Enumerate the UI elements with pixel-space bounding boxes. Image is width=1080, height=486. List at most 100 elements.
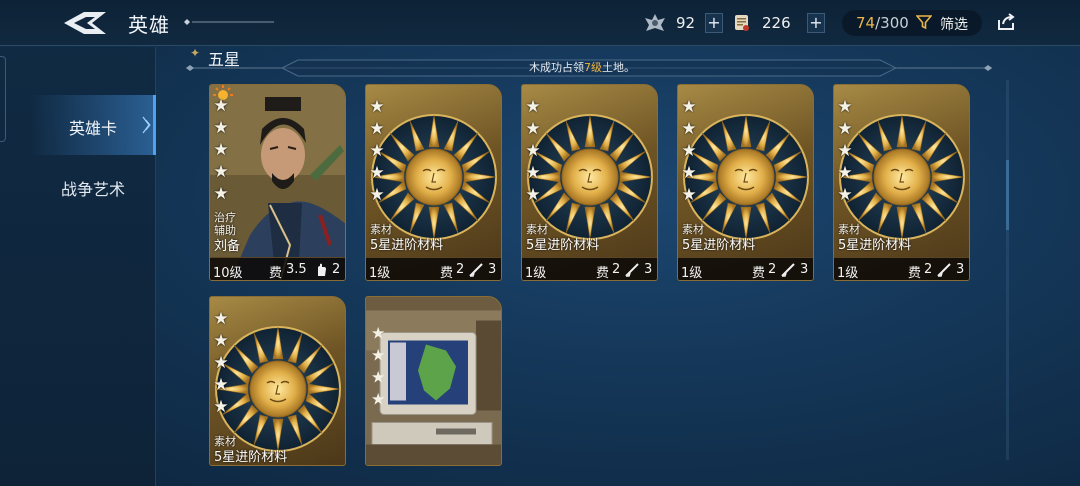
musket-icon <box>937 263 951 277</box>
card-name: 5星进阶材料 <box>370 238 444 253</box>
hero-count-current: 74 <box>856 14 876 32</box>
page-title: 英雄 <box>128 13 170 37</box>
filter-button[interactable]: 74/300 筛选 <box>842 10 982 36</box>
filter-label: 筛选 <box>940 17 968 33</box>
star-icon: ★ <box>837 141 853 161</box>
star-icon: ★ <box>369 97 385 117</box>
hero-emblem-resource: 92 <box>644 12 695 34</box>
hero-emblem-icon <box>645 14 665 31</box>
card-name: 5星进阶材料 <box>682 238 756 253</box>
back-arrow-icon[interactable] <box>62 9 108 37</box>
notice-suffix: 土地。 <box>602 61 635 74</box>
material-card[interactable]: ★ ★ ★ ★ ★ 素材 5星进阶材料 1级 费 2 3 <box>833 84 970 281</box>
tab-art-of-war-label: 战争艺术 <box>60 180 125 199</box>
star-icon: ★ <box>525 141 541 161</box>
cost-value: 2 <box>768 262 777 277</box>
troop-value: 3 <box>800 262 809 277</box>
cost-label: 费 <box>440 266 454 281</box>
title-ornament <box>184 19 274 25</box>
star-rating: ★ ★ ★ ★ ★ <box>524 98 544 208</box>
material-card[interactable]: ★ ★ ★ ★ ★ 素材 5星进阶材料 1级 费 2 3 <box>365 84 502 281</box>
star-icon: ★ <box>525 119 541 139</box>
card-level: 1级 <box>369 266 391 281</box>
card-stats-bar: 1级 费 2 3 <box>834 257 969 281</box>
musket-icon <box>781 263 795 277</box>
card-level: 1级 <box>837 266 859 281</box>
star-icon: ★ <box>213 118 229 138</box>
material-card[interactable]: ★ ★ ★ ★ ★ 素材 5星进阶材料 1级 费 2 3 <box>677 84 814 281</box>
musket-icon <box>625 263 639 277</box>
star-icon: ★ <box>681 141 697 161</box>
cost-label: 费 <box>752 266 766 281</box>
star-icon: ★ <box>213 331 229 351</box>
star-icon: ★ <box>213 309 229 329</box>
star-rating: ★ ★ ★ ★ ★ <box>680 98 700 208</box>
card-level: 1级 <box>525 266 547 281</box>
star-icon: ★ <box>213 162 229 182</box>
card-stats-bar: 1级 费 2 3 <box>522 257 657 281</box>
star-icon: ★ <box>369 141 385 161</box>
card-level: 10级 <box>213 266 243 281</box>
troop-value: 3 <box>956 262 965 277</box>
scrollbar-thumb[interactable] <box>1006 160 1009 230</box>
card-level: 1级 <box>681 266 703 281</box>
card-stats-bar: 1级 费 2 3 <box>366 257 501 281</box>
troop-value: 3 <box>644 262 653 277</box>
star-icon: ★ <box>681 163 697 183</box>
material-card[interactable]: ★ ★ ★ ★ ★ 素材 5星进阶材料 <box>209 296 346 466</box>
scroll-icon <box>735 15 749 31</box>
cost-label: 费 <box>908 266 922 281</box>
star-rating: ★ ★ ★ ★ ★ <box>368 98 388 208</box>
scrollbar-track[interactable] <box>1006 80 1009 460</box>
star-icon: ★ <box>213 140 229 160</box>
share-icon[interactable] <box>996 12 1016 32</box>
hero-name: 刘备 <box>214 239 241 254</box>
tab-hero-cards-label: 英雄卡 <box>68 119 117 138</box>
svg-text:★: ★ <box>371 324 385 343</box>
musket-icon <box>469 263 483 277</box>
troop-value: 3 <box>488 262 497 277</box>
star-icon: ★ <box>837 185 853 205</box>
add-scroll-button[interactable]: + <box>807 13 825 33</box>
panel-edge-handle[interactable] <box>0 56 6 142</box>
star-icon: ★ <box>681 185 697 205</box>
cost-value: 2 <box>612 262 621 277</box>
card-stats-bar: 10级 费 3.5 2 <box>210 257 345 281</box>
troop-hand-icon <box>318 263 326 276</box>
card-name: 5星进阶材料 <box>526 238 600 253</box>
hero-emblem-value: 92 <box>676 14 696 32</box>
card-name: 5星进阶材料 <box>838 238 912 253</box>
scroll-resource: 226 <box>732 12 791 34</box>
star-rating: ★ ★ ★ ★ ★ <box>212 97 232 207</box>
star-icon: ★ <box>525 97 541 117</box>
add-hero-emblem-button[interactable]: + <box>705 13 723 33</box>
star-icon: ★ <box>681 97 697 117</box>
troop-value: 2 <box>332 262 341 277</box>
tab-ornament-icon <box>142 116 151 134</box>
star-rating: ★ ★ ★ ★ ★ <box>836 98 856 208</box>
star-icon: ★ <box>369 119 385 139</box>
svg-text:★: ★ <box>371 390 385 409</box>
star-rating: ★ ★ ★ ★ ★ <box>212 310 232 420</box>
star-icon: ★ <box>369 185 385 205</box>
star-icon: ★ <box>213 375 229 395</box>
star-icon: ★ <box>213 353 229 373</box>
tab-hero-cards[interactable]: 英雄卡 <box>30 95 156 155</box>
cost-value: 2 <box>456 262 465 277</box>
star-icon: ★ <box>369 163 385 183</box>
star-icon: ★ <box>681 119 697 139</box>
hero-count-total: /300 <box>875 14 909 32</box>
card-name: 5星进阶材料 <box>214 450 288 465</box>
tab-art-of-war[interactable]: 战争艺术 <box>30 157 156 217</box>
svg-text:★: ★ <box>371 368 385 387</box>
cost-value: 2 <box>924 262 933 277</box>
star-icon: ★ <box>525 185 541 205</box>
star-icon: ★ <box>837 163 853 183</box>
hero-count: 74/300 <box>856 14 909 32</box>
star-icon: ★ <box>525 163 541 183</box>
filter-funnel-icon <box>916 15 932 30</box>
material-card[interactable]: ★ ★ ★ ★ ★ 素材 5星进阶材料 1级 费 2 3 <box>521 84 658 281</box>
hero-card-liubei[interactable]: ★ ★ ★ ★ ★ 治疗 辅助 刘备 10级 费 3.5 2 <box>209 84 346 281</box>
photo-card[interactable]: ★ ★ ★ ★ <box>365 296 502 466</box>
cost-value: 3.5 <box>286 262 307 277</box>
